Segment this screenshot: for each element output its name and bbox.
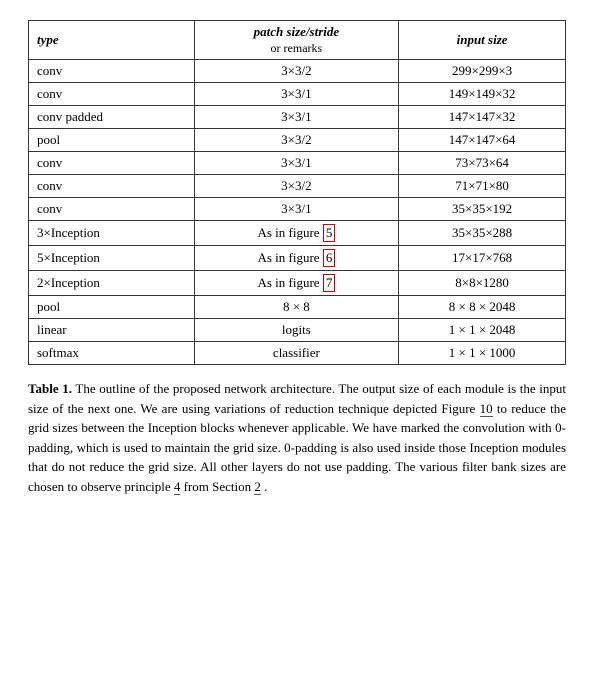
cell-input: 8 × 8 × 2048 [399, 296, 566, 319]
cell-patch: 3×3/2 [194, 60, 399, 83]
table-row: conv3×3/271×71×80 [29, 175, 566, 198]
cell-patch: 3×3/2 [194, 175, 399, 198]
cell-patch: 3×3/2 [194, 129, 399, 152]
cell-input: 17×17×768 [399, 246, 566, 271]
table-row: conv3×3/135×35×192 [29, 198, 566, 221]
cell-patch: 3×3/1 [194, 106, 399, 129]
caption-ref1[interactable]: 10 [480, 401, 493, 417]
cell-patch: logits [194, 319, 399, 342]
cell-type: 3×Inception [29, 221, 195, 246]
table-row: pool8 × 88 × 8 × 2048 [29, 296, 566, 319]
col-patch-sub: or remarks [271, 41, 323, 55]
architecture-table: type patch size/stride or remarks input … [28, 20, 566, 365]
cell-input: 71×71×80 [399, 175, 566, 198]
cell-input: 8×8×1280 [399, 271, 566, 296]
cell-patch: As in figure 5 [194, 221, 399, 246]
table-container: type patch size/stride or remarks input … [28, 20, 566, 365]
cell-type: conv [29, 198, 195, 221]
cell-input: 1 × 1 × 1000 [399, 342, 566, 365]
caption-text3: from Section [184, 479, 255, 494]
cell-input: 299×299×3 [399, 60, 566, 83]
cell-patch: As in figure 6 [194, 246, 399, 271]
cell-type: pool [29, 296, 195, 319]
table-row: softmaxclassifier1 × 1 × 1000 [29, 342, 566, 365]
cell-input: 35×35×192 [399, 198, 566, 221]
cell-type: conv [29, 175, 195, 198]
cell-patch: 3×3/1 [194, 83, 399, 106]
table-row: conv3×3/2299×299×3 [29, 60, 566, 83]
col-input-header: input size [399, 21, 566, 60]
cell-patch: As in figure 7 [194, 271, 399, 296]
cell-type: 2×Inception [29, 271, 195, 296]
table-row: conv padded3×3/1147×147×32 [29, 106, 566, 129]
caption-ref2[interactable]: 4 [174, 479, 181, 495]
cell-type: conv [29, 60, 195, 83]
cell-input: 35×35×288 [399, 221, 566, 246]
cell-input: 149×149×32 [399, 83, 566, 106]
col-patch-header: patch size/stride or remarks [194, 21, 399, 60]
cell-input: 1 × 1 × 2048 [399, 319, 566, 342]
cell-patch: classifier [194, 342, 399, 365]
cell-type: pool [29, 129, 195, 152]
table-row: pool3×3/2147×147×64 [29, 129, 566, 152]
cell-patch: 3×3/1 [194, 152, 399, 175]
col-type-header: type [29, 21, 195, 60]
cell-patch: 8 × 8 [194, 296, 399, 319]
table-caption: Table 1. The outline of the proposed net… [28, 379, 566, 496]
table-row: conv3×3/1149×149×32 [29, 83, 566, 106]
table-row: 2×InceptionAs in figure 78×8×1280 [29, 271, 566, 296]
cell-type: conv [29, 152, 195, 175]
cell-input: 147×147×32 [399, 106, 566, 129]
cell-type: conv [29, 83, 195, 106]
figure-ref-highlight: 7 [323, 274, 336, 292]
cell-input: 147×147×64 [399, 129, 566, 152]
table-row: 5×InceptionAs in figure 617×17×768 [29, 246, 566, 271]
table-row: conv3×3/173×73×64 [29, 152, 566, 175]
cell-patch: 3×3/1 [194, 198, 399, 221]
figure-ref-highlight: 5 [323, 224, 336, 242]
caption-text4: . [264, 479, 267, 494]
cell-type: conv padded [29, 106, 195, 129]
cell-type: 5×Inception [29, 246, 195, 271]
caption-label: Table 1. [28, 381, 72, 396]
cell-type: linear [29, 319, 195, 342]
cell-input: 73×73×64 [399, 152, 566, 175]
table-row: 3×InceptionAs in figure 535×35×288 [29, 221, 566, 246]
table-row: linearlogits1 × 1 × 2048 [29, 319, 566, 342]
figure-ref-highlight: 6 [323, 249, 336, 267]
cell-type: softmax [29, 342, 195, 365]
caption-ref3[interactable]: 2 [254, 479, 261, 495]
